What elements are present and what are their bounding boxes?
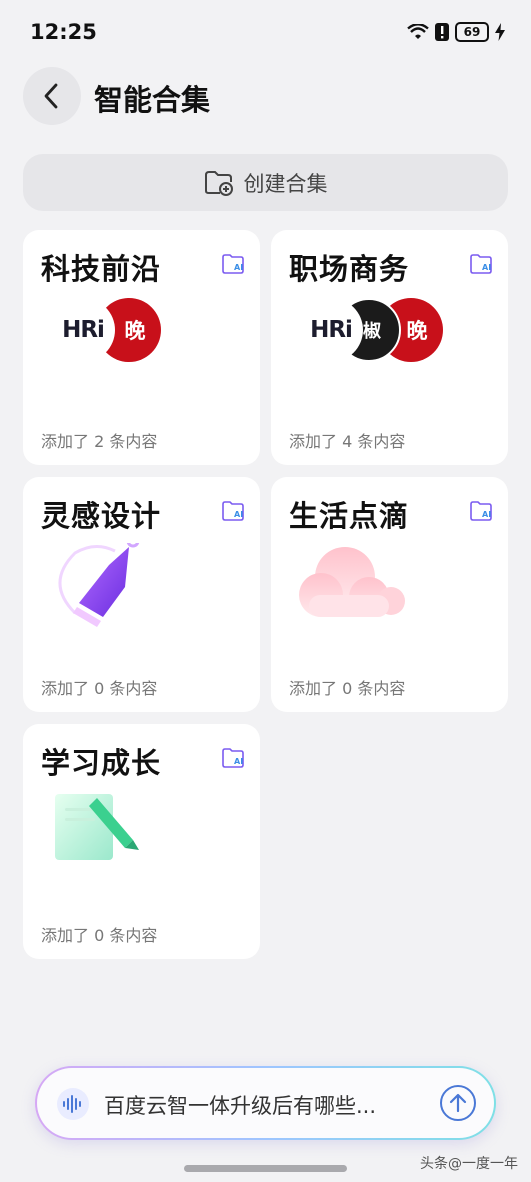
battery-indicator: 69 [455, 22, 489, 42]
pen-icon [58, 543, 140, 627]
collection-card-design[interactable]: 灵感设计 AI 添加了 0 条内容 [23, 477, 260, 712]
collection-count: 添加了 0 条内容 [41, 926, 158, 945]
page-title: 智能合集 [94, 83, 211, 117]
collection-count: 添加了 0 条内容 [289, 679, 406, 698]
status-icons: 69 [407, 22, 505, 42]
watermark-text: 头条@一度一年 [420, 1156, 518, 1172]
ask-input-bar[interactable]: 百度云智一体升级后有哪些... [35, 1066, 496, 1140]
collection-card-business[interactable]: 职场商务 AI 晚 椒 HRi 添加了 4 条内容 [271, 230, 508, 465]
wifi-icon [407, 24, 429, 39]
collection-title: 学习成长 [41, 746, 162, 780]
collection-title: 职场商务 [289, 252, 410, 286]
ai-folder-icon: AI [470, 501, 492, 521]
folder-add-icon [204, 170, 233, 196]
status-time: 12:25 [30, 20, 97, 44]
logo-hri: HRi [51, 298, 115, 362]
notebook-icon [55, 794, 139, 860]
collection-count: 添加了 4 条内容 [289, 432, 406, 451]
collection-card-learning[interactable]: 学习成长 AI 添加了 0 条内容 [23, 724, 260, 959]
cloud-icon [299, 547, 405, 617]
collection-title: 生活点滴 [289, 499, 410, 533]
back-button[interactable] [23, 67, 81, 125]
status-bar: 12:25 69 [0, 0, 531, 66]
collection-title: 灵感设计 [41, 499, 162, 533]
ai-folder-icon: AI [222, 254, 244, 274]
arrow-up-icon [449, 1093, 467, 1113]
ask-input-text[interactable]: 百度云智一体升级后有哪些... [104, 1090, 424, 1120]
svg-text:AI: AI [482, 263, 491, 272]
svg-text:AI: AI [234, 757, 243, 766]
ai-folder-icon: AI [470, 254, 492, 274]
send-button[interactable] [440, 1085, 476, 1121]
svg-text:AI: AI [234, 263, 243, 272]
chevron-left-icon [44, 83, 58, 109]
logo-hri: HRi [299, 298, 363, 362]
svg-text:AI: AI [234, 510, 243, 519]
ai-folder-icon: AI [222, 501, 244, 521]
collection-card-tech[interactable]: 科技前沿 AI 晚 HRi 添加了 2 条内容 [23, 230, 260, 465]
create-collection-button[interactable]: 创建合集 [23, 154, 508, 211]
ai-folder-icon: AI [222, 748, 244, 768]
collection-title: 科技前沿 [41, 252, 162, 286]
alert-icon [435, 23, 449, 41]
collection-logos: 晚 HRi [45, 296, 205, 386]
collection-logos: 晚 椒 HRi [293, 296, 453, 386]
svg-text:AI: AI [482, 510, 491, 519]
voice-button[interactable] [57, 1088, 89, 1120]
collection-count: 添加了 0 条内容 [41, 679, 158, 698]
home-indicator[interactable] [184, 1165, 347, 1172]
collection-count: 添加了 2 条内容 [41, 432, 158, 451]
create-collection-label: 创建合集 [243, 171, 328, 196]
charging-icon [495, 23, 505, 41]
collection-card-life[interactable]: 生活点滴 AI 添加了 0 条内容 [271, 477, 508, 712]
voice-wave-icon [63, 1095, 81, 1113]
